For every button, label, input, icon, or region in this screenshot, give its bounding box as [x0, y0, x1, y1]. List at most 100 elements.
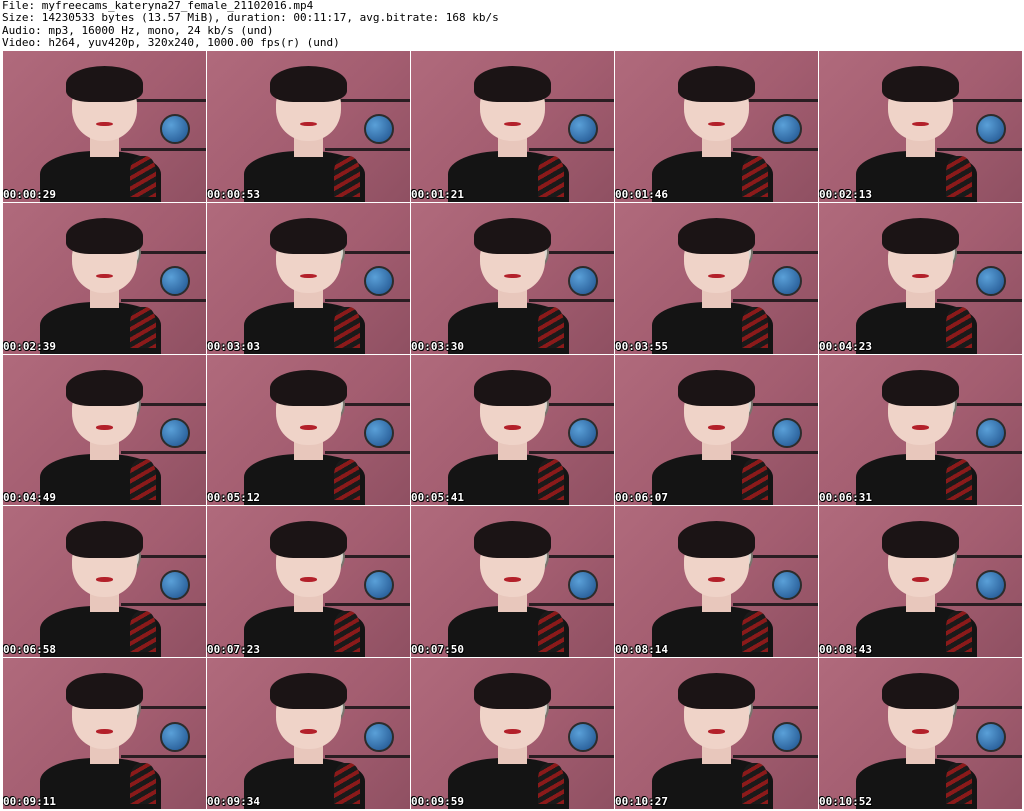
- video-thumbnail: 00:06:58: [3, 506, 206, 658]
- globe-icon: [159, 417, 190, 448]
- person-torso: [243, 454, 366, 506]
- thumbnail-timestamp: 00:02:13: [819, 187, 872, 201]
- person-hair: [677, 217, 756, 255]
- globe-icon: [975, 417, 1006, 448]
- person-lips: [300, 273, 317, 279]
- wall-shelf: [732, 602, 818, 606]
- person-hair: [269, 66, 348, 103]
- globe-icon: [771, 114, 802, 145]
- globe-icon: [771, 417, 802, 448]
- globe-icon: [567, 417, 598, 448]
- wall-shelf: [732, 451, 818, 455]
- thumbnail-timestamp: 00:05:41: [411, 491, 464, 505]
- wall-shelf: [324, 602, 410, 606]
- video-thumbnail: 00:03:30: [411, 202, 614, 354]
- thumbnail-timestamp: 00:06:58: [3, 643, 56, 657]
- wall-shelf: [120, 754, 206, 758]
- globe-icon: [159, 569, 190, 600]
- person-hair: [677, 66, 756, 103]
- person-hair: [65, 369, 144, 406]
- person-lips: [300, 729, 317, 734]
- wall-shelf: [732, 754, 818, 758]
- person-hair: [473, 217, 552, 255]
- video-thumbnail: 00:09:59: [411, 658, 614, 809]
- video-thumbnail: 00:02:13: [819, 51, 1022, 202]
- person-hair: [65, 673, 144, 710]
- person-lips: [504, 273, 521, 279]
- globe-icon: [567, 721, 598, 752]
- person-torso: [651, 302, 774, 354]
- globe-icon: [567, 569, 598, 600]
- globe-icon: [771, 721, 802, 752]
- thumbnail-timestamp: 00:06:31: [819, 491, 872, 505]
- wall-shelf: [528, 602, 614, 606]
- person-lips: [96, 425, 113, 430]
- person-hair: [677, 521, 756, 558]
- person-torso: [447, 302, 570, 354]
- wall-shelf: [324, 451, 410, 455]
- person-torso: [243, 150, 366, 202]
- person-torso: [243, 605, 366, 658]
- person-torso: [39, 150, 162, 202]
- thumbnail-timestamp: 00:08:43: [819, 643, 872, 657]
- thumbnail-timestamp: 00:09:59: [411, 795, 464, 808]
- wall-shelf: [120, 602, 206, 606]
- person-torso: [39, 302, 162, 354]
- person-lips: [708, 425, 725, 430]
- person-hair: [881, 521, 960, 558]
- person-hair: [473, 66, 552, 103]
- thumbnail-timestamp: 00:01:21: [411, 187, 464, 201]
- person-hair: [881, 217, 960, 255]
- wall-shelf: [528, 451, 614, 455]
- video-thumbnail: 00:09:34: [207, 658, 410, 809]
- person-lips: [708, 729, 725, 734]
- person-hair: [677, 369, 756, 406]
- person-lips: [96, 729, 113, 734]
- globe-icon: [363, 417, 394, 448]
- thumbnail-timestamp: 00:03:30: [411, 339, 464, 353]
- video-thumbnail: 00:00:29: [3, 51, 206, 202]
- globe-icon: [567, 266, 598, 297]
- video-thumbnail: 00:03:03: [207, 202, 410, 354]
- thumbnail-timestamp: 00:00:53: [207, 187, 260, 201]
- thumbnail-timestamp: 00:03:55: [615, 339, 668, 353]
- person-lips: [912, 577, 929, 582]
- wall-shelf: [936, 451, 1022, 455]
- thumbnail-timestamp: 00:04:23: [819, 339, 872, 353]
- wall-shelf: [732, 147, 818, 151]
- person-hair: [269, 521, 348, 558]
- person-hair: [65, 217, 144, 255]
- person-hair: [269, 369, 348, 406]
- video-thumbnail: 00:07:23: [207, 506, 410, 658]
- person-torso: [855, 605, 978, 658]
- globe-icon: [363, 266, 394, 297]
- person-torso: [243, 757, 366, 809]
- person-torso: [855, 150, 978, 202]
- person-lips: [300, 425, 317, 430]
- thumbnail-timestamp: 00:08:14: [615, 643, 668, 657]
- person-hair: [881, 369, 960, 406]
- person-lips: [912, 273, 929, 279]
- thumbnail-grid: 00:00:29 00:00:53 00:01:21 00:01:46 00:02:13…: [3, 51, 1022, 809]
- wall-shelf: [732, 299, 818, 303]
- thumbnail-timestamp: 00:03:03: [207, 339, 260, 353]
- person-torso: [39, 757, 162, 809]
- thumbnail-timestamp: 00:05:12: [207, 491, 260, 505]
- globe-icon: [363, 721, 394, 752]
- thumbnail-timestamp: 00:09:34: [207, 795, 260, 808]
- wall-shelf: [936, 299, 1022, 303]
- person-hair: [473, 369, 552, 406]
- globe-icon: [975, 266, 1006, 297]
- video-thumbnail: 00:01:21: [411, 51, 614, 202]
- person-torso: [855, 757, 978, 809]
- person-lips: [708, 273, 725, 279]
- wall-shelf: [120, 451, 206, 455]
- wall-shelf: [120, 299, 206, 303]
- person-torso: [39, 454, 162, 506]
- wall-shelf: [936, 602, 1022, 606]
- person-torso: [447, 150, 570, 202]
- wall-shelf: [528, 147, 614, 151]
- thumbnail-timestamp: 00:00:29: [3, 187, 56, 201]
- person-torso: [651, 150, 774, 202]
- person-lips: [504, 577, 521, 582]
